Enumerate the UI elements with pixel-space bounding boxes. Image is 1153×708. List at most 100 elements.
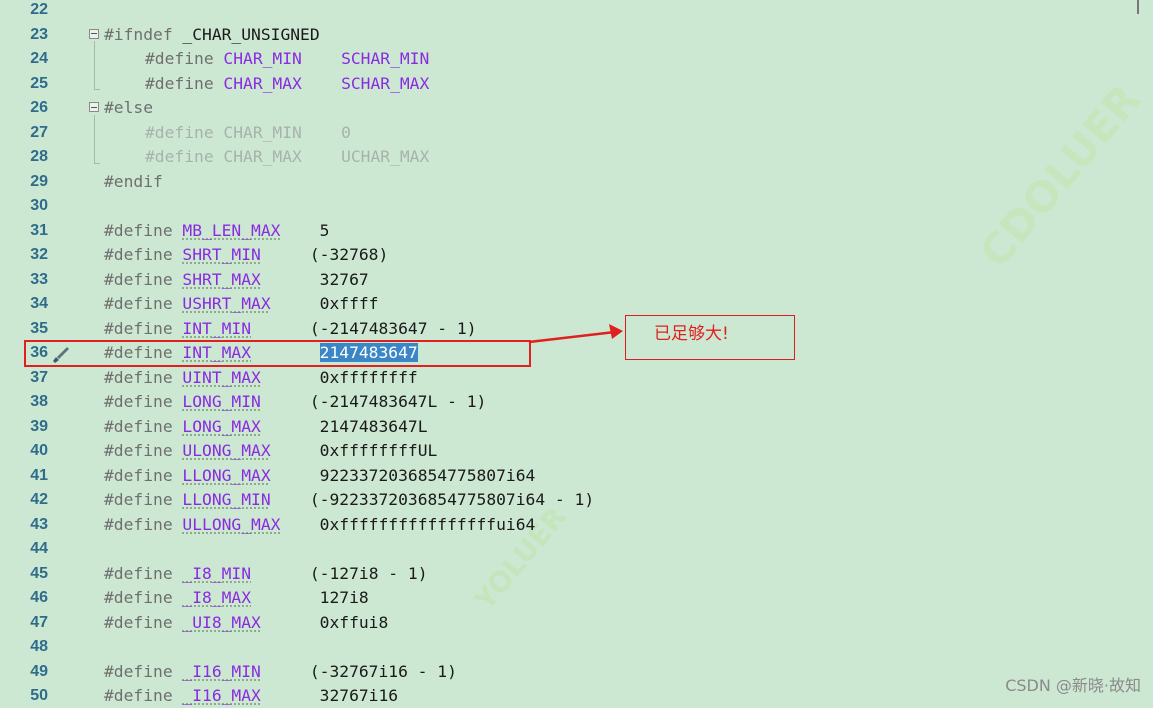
preprocessor-directive: #define	[104, 269, 183, 289]
fold-toggle-icon[interactable]	[89, 28, 99, 39]
preprocessor-directive: #define	[104, 588, 183, 607]
code-line[interactable]: 41 #define LLONG_MAX 9223372036854775807i…	[0, 464, 1153, 488]
code-text: #define LLONG_MAX 9223372036854775807i64	[104, 464, 535, 488]
code-text: #ifndef _CHAR_UNSIGNED	[104, 23, 320, 47]
code-text: #define _I16_MIN (-32767i16 - 1)	[104, 660, 457, 684]
code-line[interactable]: 47 #define _UI8_MAX 0xffui8	[0, 611, 1153, 635]
macro-name: CHAR_MAX	[223, 147, 302, 166]
code-line[interactable]: 43 #define ULLONG_MAX 0xffffffffffffffffu…	[0, 513, 1153, 537]
annotation-note: 已足够大!	[625, 315, 795, 360]
csdn-watermark: CSDN @新晓·故知	[1005, 676, 1141, 695]
preprocessor-directive: #define	[145, 147, 224, 166]
code-text: #define LLONG_MIN (-9223372036854775807i…	[104, 488, 594, 512]
macro-name: SHRT_MAX	[182, 269, 261, 289]
code-text: #define _UI8_MAX 0xffui8	[104, 611, 388, 635]
preprocessor-directive: #define	[104, 563, 183, 583]
macro-value: (-32768)	[309, 245, 389, 264]
code-text: #define MB_LEN_MAX 5	[104, 219, 329, 243]
code-line[interactable]: 34 #define USHRT_MAX 0xffff	[0, 292, 1153, 316]
macro-value: 9223372036854775807i64	[319, 465, 536, 485]
code-line[interactable]: 50 #define _I16_MAX 32767i16	[0, 684, 1153, 708]
code-line[interactable]: 32 #define SHRT_MIN (-32768)	[0, 243, 1153, 267]
macro-value: 0xffui8	[319, 612, 389, 632]
preprocessor-directive: #define	[104, 612, 183, 632]
line-number: 25	[30, 74, 48, 92]
line-number: 39	[30, 417, 48, 435]
fold-toggle-icon[interactable]	[89, 102, 99, 112]
code-line[interactable]: 38 #define LONG_MIN (-2147483647L - 1)	[0, 390, 1153, 414]
code-line[interactable]: 27 #define CHAR_MIN 0	[0, 121, 1153, 145]
macro-name: LONG_MAX	[182, 416, 261, 436]
code-text: #define SHRT_MIN (-32768)	[104, 243, 388, 267]
code-text: #else	[104, 96, 153, 120]
code-text: #define CHAR_MIN 0	[145, 121, 351, 145]
code-line[interactable]: 31 #define MB_LEN_MAX 5	[0, 219, 1153, 243]
line-number: 29	[30, 172, 48, 190]
code-text: #define LONG_MIN (-2147483647L - 1)	[104, 390, 486, 414]
macro-name: CHAR_MIN	[223, 122, 302, 142]
macro-value: (-2147483647L - 1)	[309, 392, 487, 411]
code-text: #define INT_MIN (-2147483647 - 1)	[104, 317, 477, 341]
macro-value: (-2147483647 - 1)	[309, 318, 477, 338]
highlight-box	[24, 340, 531, 367]
line-number: 37	[30, 368, 48, 386]
code-line[interactable]: 39 #define LONG_MAX 2147483647L	[0, 415, 1153, 439]
preprocessor-directive: #define	[104, 490, 183, 509]
preprocessor-directive: #define	[104, 220, 183, 240]
macro-name: INT_MIN	[182, 318, 252, 338]
preprocessor-directive: #define	[104, 686, 183, 705]
code-line[interactable]: 25 #define CHAR_MAX SCHAR_MAX	[0, 72, 1153, 96]
macro-name: ULONG_MAX	[182, 441, 271, 460]
line-number: 41	[30, 466, 48, 484]
macro-value: 0xffffffff	[319, 367, 418, 387]
preprocessor-directive: #define	[145, 122, 224, 142]
line-number: 49	[30, 662, 48, 680]
macro-value: 0xffff	[319, 294, 379, 313]
code-line[interactable]: 22	[0, 0, 1153, 22]
code-line[interactable]: 30	[0, 194, 1153, 218]
code-line[interactable]: 33 #define SHRT_MAX 32767	[0, 268, 1153, 292]
line-number: 32	[30, 246, 48, 263]
code-line[interactable]: 29 #endif	[0, 170, 1153, 194]
preprocessor-directive: #define	[104, 392, 183, 411]
code-text: #define _I16_MAX 32767i16	[104, 684, 398, 708]
code-line[interactable]: 37 #define UINT_MAX 0xffffffff	[0, 366, 1153, 390]
code-text: #define CHAR_MAX UCHAR_MAX	[145, 145, 429, 169]
macro-name: LONG_MIN	[182, 392, 261, 411]
preprocessor-directive: #ifndef	[104, 24, 183, 44]
code-text: #define ULONG_MAX 0xffffffffUL	[104, 439, 437, 463]
code-text: #define LONG_MAX 2147483647L	[104, 415, 428, 439]
code-line[interactable]: 28 #define CHAR_MAX UCHAR_MAX	[0, 145, 1153, 169]
code-line[interactable]: 23 #ifndef _CHAR_UNSIGNED	[0, 23, 1153, 47]
code-line[interactable]: 45 #define _I8_MIN (-127i8 - 1)	[0, 562, 1153, 586]
line-number: 23	[30, 25, 48, 43]
preprocessor-directive: #define	[104, 245, 183, 264]
code-line[interactable]: 44	[0, 537, 1153, 561]
code-line[interactable]: 49 #define _I16_MIN (-32767i16 - 1)	[0, 660, 1153, 684]
macro-name: MB_LEN_MAX	[182, 220, 281, 240]
macro-value: 127i8	[319, 588, 369, 607]
line-number: 46	[30, 589, 48, 606]
code-line[interactable]: 46 #define _I8_MAX 127i8	[0, 586, 1153, 610]
macro-value: 5	[319, 220, 330, 240]
code-text: #define _I8_MAX 127i8	[104, 586, 369, 610]
macro-value: 32767i16	[319, 686, 399, 705]
macro-name: ULLONG_MAX	[182, 514, 281, 534]
code-line[interactable]: 42 #define LLONG_MIN (-922337203685477580…	[0, 488, 1153, 512]
line-number: 30	[30, 197, 48, 214]
preprocessor-directive: #else	[104, 98, 154, 117]
macro-name: CHAR_MIN	[223, 49, 302, 68]
macro-value: 32767	[319, 269, 369, 289]
paintbrush-icon[interactable]	[50, 344, 72, 364]
code-line[interactable]: 40 #define ULONG_MAX 0xffffffffUL	[0, 439, 1153, 463]
code-text: #define SHRT_MAX 32767	[104, 268, 369, 292]
line-number: 33	[30, 270, 48, 288]
code-line[interactable]: 24 #define CHAR_MIN SCHAR_MIN	[0, 47, 1153, 71]
macro-value: _CHAR_UNSIGNED	[182, 24, 320, 44]
code-line[interactable]: 26 #else	[0, 96, 1153, 120]
line-number: 34	[30, 295, 48, 312]
preprocessor-directive: #define	[104, 661, 183, 681]
code-line[interactable]: 48	[0, 635, 1153, 659]
line-number: 40	[30, 442, 48, 459]
preprocessor-directive: #define	[104, 441, 183, 460]
